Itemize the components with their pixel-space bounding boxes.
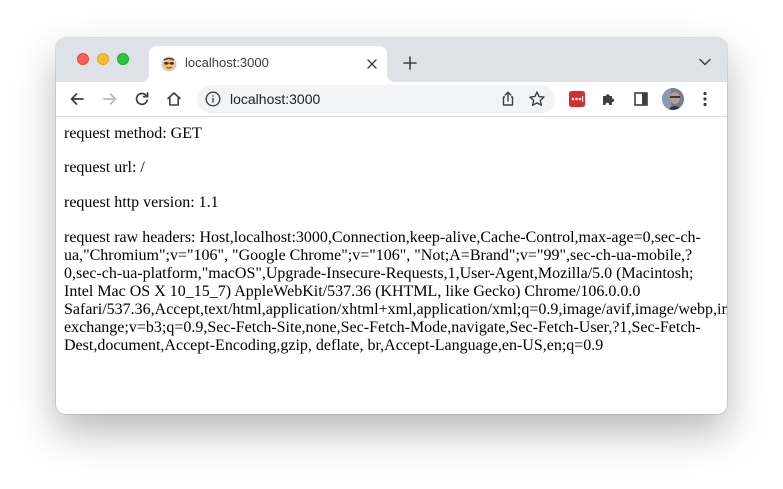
bookmark-star-icon[interactable] [528, 90, 546, 108]
raw-headers-line: exchange;v=b3;q=0.9,Sec-Fetch-Site,none,… [64, 319, 701, 336]
raw-headers-line: 0,sec-ch-ua-platform,"macOS",Upgrade-Ins… [64, 265, 694, 282]
reload-icon[interactable] [130, 87, 154, 111]
page-content: request method: GET request url: / reque… [56, 117, 727, 414]
raw-headers-line: Intel Mac OS X 10_15_7) AppleWebKit/537.… [64, 283, 641, 300]
share-icon[interactable] [499, 90, 517, 108]
toolbar: localhost:3000 [56, 82, 727, 116]
url-text: localhost:3000 [230, 91, 321, 107]
site-info-icon[interactable] [205, 91, 221, 107]
lastpass-icon[interactable] [565, 87, 589, 111]
back-arrow-icon[interactable] [65, 87, 89, 111]
request-url-line: request url: / [64, 159, 145, 176]
tab-localhost[interactable]: localhost:3000 [149, 46, 387, 82]
minimize-window-button[interactable] [97, 53, 109, 65]
tab-title: localhost:3000 [185, 55, 269, 70]
side-panel-icon[interactable] [629, 87, 653, 111]
request-version-line: request http version: 1.1 [64, 194, 219, 211]
avatar[interactable] [661, 87, 685, 111]
tab-strip: localhost:3000 [56, 38, 727, 82]
raw-headers-line: request raw headers: Host,localhost:3000… [64, 229, 701, 246]
new-tab-plus-icon[interactable] [400, 53, 420, 73]
cartoon-face-icon [161, 56, 177, 72]
forward-arrow-icon[interactable] [98, 87, 122, 111]
raw-headers-line: Safari/537.36,Accept,text/html,applicati… [64, 301, 727, 318]
browser-window: localhost:3000 localhost:3000 request me… [56, 38, 727, 414]
close-window-button[interactable] [77, 53, 89, 65]
raw-headers-line: ua,"Chromium";v="106", "Google Chrome";v… [64, 247, 693, 264]
kebab-menu-icon[interactable] [693, 87, 717, 111]
request-raw-headers: request raw headers: Host,localhost:3000… [64, 229, 727, 355]
request-method-line: request method: GET [64, 125, 202, 142]
raw-headers-line: Dest,document,Accept-Encoding,gzip, defl… [64, 337, 604, 354]
close-tab-icon[interactable] [363, 55, 381, 73]
puzzle-icon[interactable] [597, 87, 621, 111]
zoom-window-button[interactable] [117, 53, 129, 65]
home-icon[interactable] [162, 87, 186, 111]
address-bar[interactable]: localhost:3000 [197, 85, 555, 113]
tab-search-chevron-icon[interactable] [697, 54, 713, 70]
